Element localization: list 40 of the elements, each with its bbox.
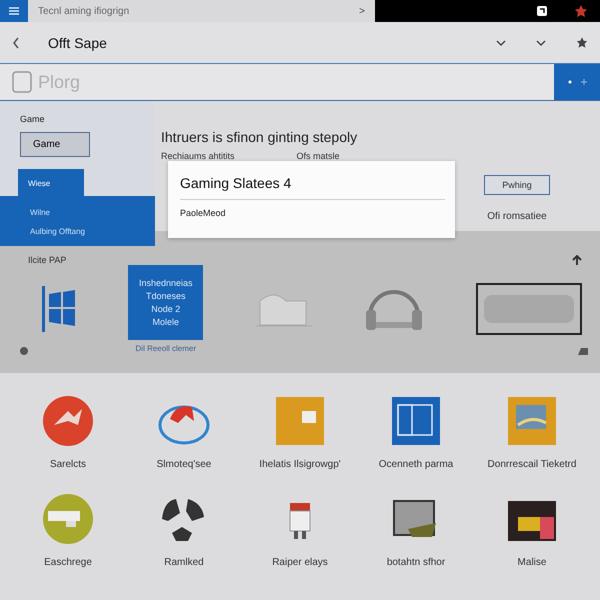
field-label: Rechiaums ahtitits <box>161 151 235 161</box>
windows-logo-icon[interactable] <box>42 286 76 332</box>
app-name[interactable]: Easchrege <box>44 556 92 568</box>
app-icon[interactable] <box>536 5 548 17</box>
sidebar-label: Game <box>20 114 45 124</box>
back-icon[interactable] <box>12 36 20 48</box>
app-name[interactable]: botahtn sfhor <box>386 556 446 568</box>
page-title: Offt Sape <box>48 34 107 50</box>
app-name[interactable]: Malise <box>518 556 546 568</box>
menu-item[interactable]: Wilne <box>30 208 155 217</box>
menu-item[interactable]: Aulbing Offtang <box>30 227 155 236</box>
star-icon[interactable] <box>574 5 588 17</box>
chevron-down-icon[interactable] <box>536 40 546 46</box>
app-name[interactable]: Donrrescail Tieketrd <box>488 459 576 470</box>
app-name[interactable]: Ihelatis Ilsigrowgp' <box>259 459 341 470</box>
arrow-up-icon[interactable] <box>572 255 582 265</box>
app-name[interactable]: Raiper elays <box>272 556 328 568</box>
menu-item[interactable]: Wiese <box>18 169 84 196</box>
section-label: Ilcite PAP <box>28 255 66 265</box>
menu-icon <box>9 7 19 15</box>
app-name[interactable]: Slmoteq'see <box>156 459 212 470</box>
app-name[interactable]: Ramlked <box>164 556 204 568</box>
menu-button[interactable] <box>0 0 28 22</box>
feature-tile[interactable]: Inshednneias Tdoneses Node 2 Molele <box>128 265 204 340</box>
action-button[interactable]: Pwhing <box>484 175 550 195</box>
section-heading: Ihtruers is sfinon ginting stepoly <box>161 129 358 145</box>
plus-icon <box>567 79 587 85</box>
note-text: Ofi romsatiee <box>487 211 547 222</box>
star-icon[interactable] <box>576 37 588 48</box>
tile-caption: Dil Reeoll clemer <box>136 344 196 353</box>
dialog-title: Gaming Slatees 4 <box>180 175 292 191</box>
square-icon <box>12 71 32 93</box>
field-label: Ofs matsle <box>296 151 340 161</box>
app-name[interactable]: Ocenneth parma <box>378 459 454 470</box>
browser-tab[interactable]: Tecnl aming ifiogrign > <box>28 0 375 22</box>
dialog-text: PaoleMeod <box>180 208 227 218</box>
chevron-down-icon[interactable] <box>496 40 506 46</box>
search-field[interactable]: Plorg <box>36 70 160 94</box>
sidebar-item[interactable]: Game <box>20 132 90 157</box>
app-name[interactable]: Sarelcts <box>50 459 86 470</box>
